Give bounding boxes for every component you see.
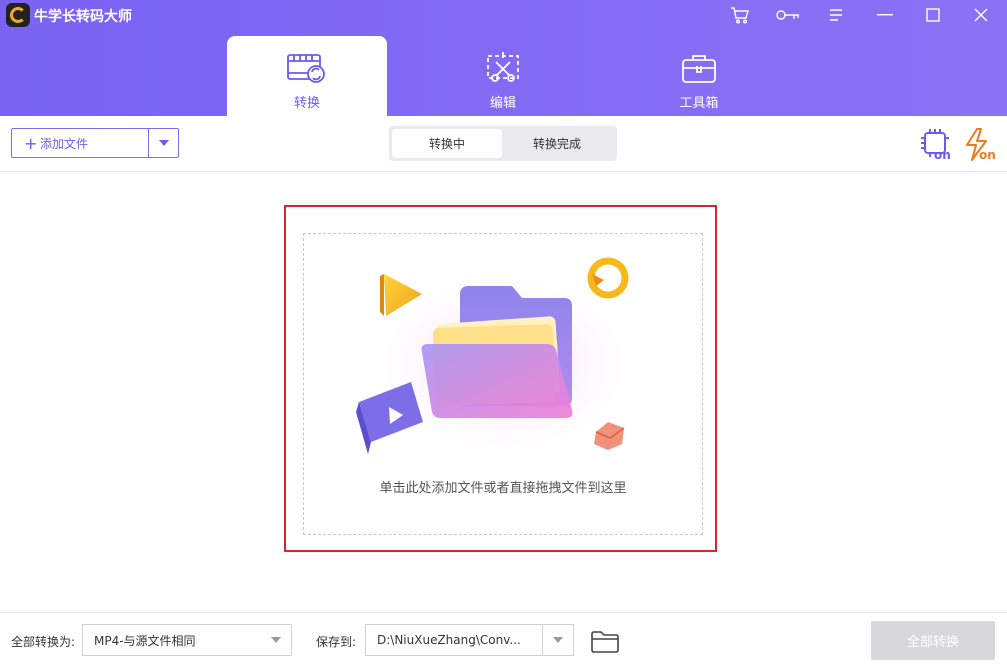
- film-convert-icon: [287, 54, 325, 83]
- output-format-value: MP4-与源文件相同: [94, 633, 196, 648]
- tab-convert-label: 转换: [293, 96, 320, 111]
- drop-zone-hint: 单击此处添加文件或者直接拖拽文件到这里: [379, 481, 627, 496]
- footer-bar: 全部转换为: MP4-与源文件相同 保存到: D:\NiuXueZhang\Co…: [0, 612, 1007, 665]
- tab-edit[interactable]: 编辑: [423, 36, 583, 116]
- add-file-button[interactable]: + 添加文件: [11, 128, 179, 158]
- tab-convert[interactable]: 转换: [227, 36, 387, 116]
- cart-icon[interactable]: [728, 4, 752, 26]
- segment-completed[interactable]: 转换完成: [502, 129, 612, 158]
- toolbar: + 添加文件 转换中 转换完成 on on: [0, 116, 1007, 172]
- folder-illustration: [354, 257, 654, 469]
- scissors-edit-icon: [487, 52, 519, 82]
- drop-zone[interactable]: 单击此处添加文件或者直接拖拽文件到这里: [303, 233, 703, 535]
- convert-all-to-label: 全部转换为:: [11, 635, 76, 649]
- output-format-select[interactable]: MP4-与源文件相同: [82, 624, 292, 656]
- segment-converting[interactable]: 转换中: [392, 129, 502, 158]
- save-to-label: 保存到:: [316, 635, 357, 649]
- tab-edit-label: 编辑: [489, 96, 516, 111]
- save-path-select[interactable]: D:\NiuXueZhang\Conv...: [365, 624, 574, 656]
- app-title: 牛学长转码大师: [34, 9, 132, 25]
- key-icon[interactable]: [776, 4, 800, 26]
- convert-all-button[interactable]: 全部转换: [871, 621, 995, 660]
- toolbox-icon: [682, 55, 716, 83]
- add-file-label: 添加文件: [40, 136, 89, 151]
- chevron-down-icon: [543, 625, 573, 655]
- save-path-value: D:\NiuXueZhang\Conv...: [377, 633, 521, 647]
- plus-icon: +: [24, 133, 38, 153]
- hardware-acceleration-icon[interactable]: on: [920, 128, 954, 162]
- tab-toolbox-label: 工具箱: [679, 96, 719, 111]
- caret-down-icon: [158, 140, 169, 146]
- maximize-icon[interactable]: [921, 4, 945, 26]
- title-bar: 牛学长转码大师 转换 编辑 工具箱: [0, 0, 1007, 116]
- status-segmented-control: 转换中 转换完成: [389, 126, 617, 161]
- add-file-dropdown[interactable]: [149, 140, 178, 146]
- folder-icon[interactable]: [591, 631, 619, 653]
- minimize-icon[interactable]: [873, 4, 897, 26]
- fast-conversion-icon[interactable]: on: [964, 128, 998, 162]
- chevron-down-icon: [261, 625, 291, 655]
- close-icon[interactable]: [969, 4, 993, 26]
- tab-toolbox[interactable]: 工具箱: [619, 36, 779, 116]
- menu-icon[interactable]: [824, 4, 848, 26]
- svg-text:on: on: [979, 148, 996, 162]
- svg-text:on: on: [934, 148, 951, 162]
- app-logo: [6, 3, 30, 27]
